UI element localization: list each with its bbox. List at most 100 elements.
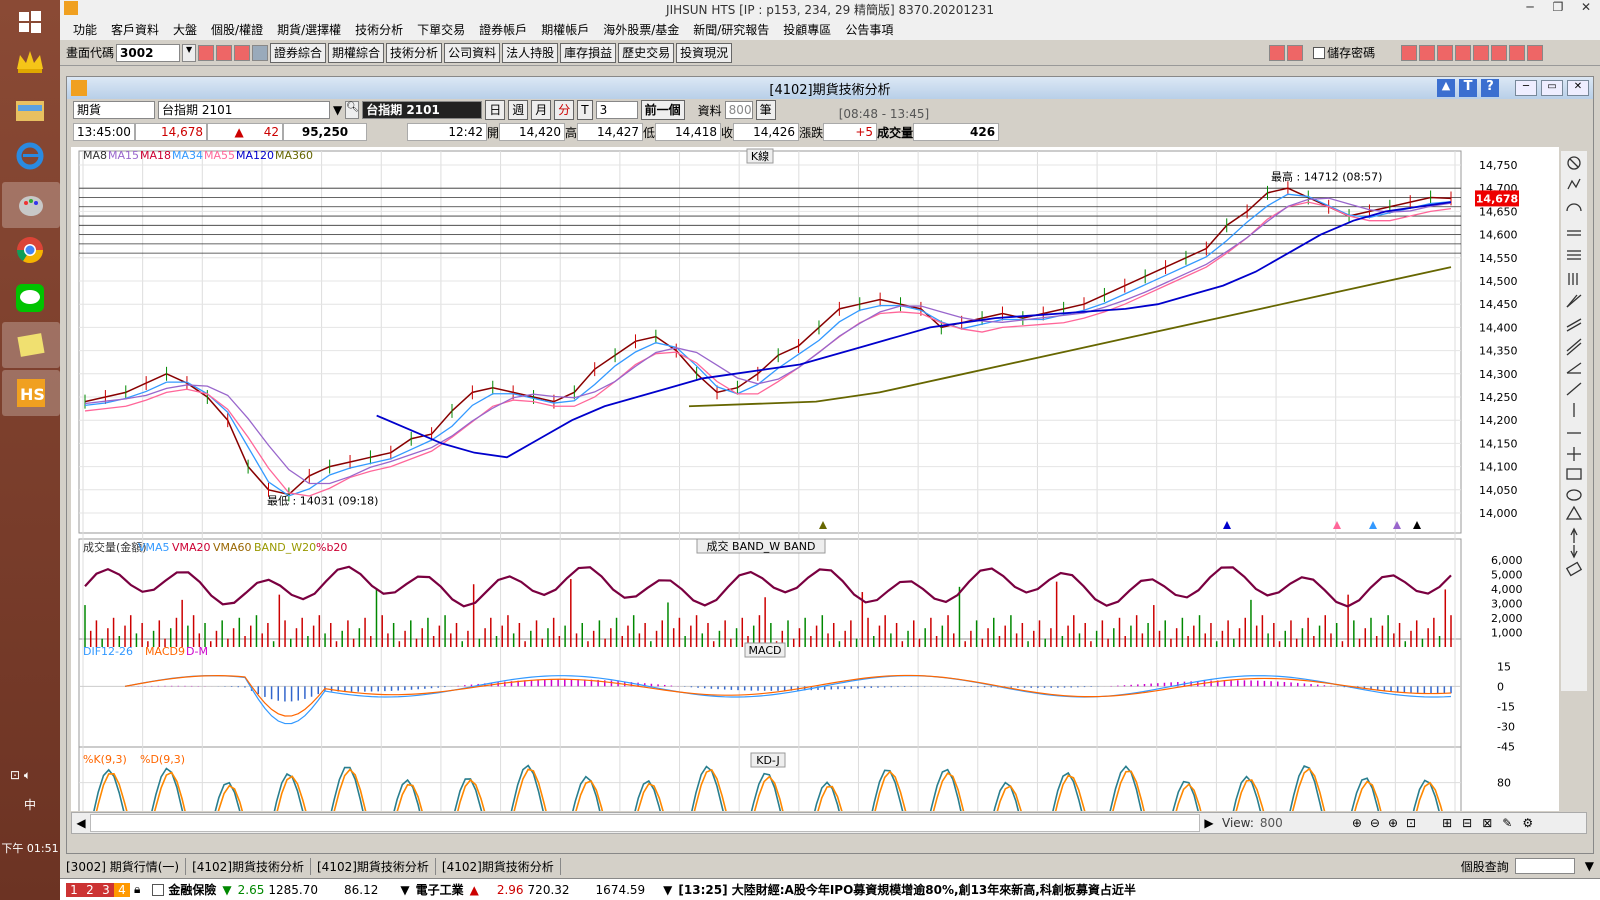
window-close-icon[interactable]: ✕	[1567, 80, 1589, 96]
help-icon[interactable]: ?	[1481, 79, 1499, 97]
scroll-left-icon[interactable]: ◀	[72, 816, 90, 830]
menu-securities-account[interactable]: 證券帳戶	[472, 21, 534, 38]
print-icon[interactable]	[234, 44, 251, 61]
horizontal-scrollbar[interactable]	[90, 814, 1200, 832]
investment-status-button[interactable]: 投資現況	[676, 42, 733, 63]
line-icon[interactable]	[10, 278, 50, 318]
menu-market[interactable]: 大盤	[166, 21, 204, 38]
alert2-icon[interactable]	[1287, 44, 1304, 61]
company-info-button[interactable]: 公司資料	[444, 42, 501, 63]
tool2-icon[interactable]	[1419, 44, 1436, 61]
quote-vol: 426	[913, 123, 1000, 141]
draw-tool-icons[interactable]	[1565, 156, 1583, 577]
news-ticker[interactable]: [13:25] 大陸財經:A股今年IPO募資規模增逾80%,創13年來新高,科創…	[678, 881, 1135, 898]
lock-icon[interactable]: 🔒︎	[134, 882, 140, 897]
internet-explorer-icon[interactable]	[10, 136, 50, 176]
minutes-select[interactable]: 3	[595, 101, 638, 119]
chart-area[interactable]: 08:4811:0012/2310:0012:0012/2410:0012:00…	[67, 147, 1559, 886]
window-icon[interactable]	[216, 44, 233, 61]
sector-1-dropdown-icon[interactable]: ▼	[400, 883, 409, 897]
ticker-checkbox[interactable]	[152, 883, 165, 896]
zoom-icon[interactable]: 🔍︎	[345, 101, 360, 119]
tab-4102-a[interactable]: [4102]期貨技術分析	[186, 857, 311, 875]
windows-start-icon[interactable]	[10, 2, 50, 42]
sector-1-value: 1285.70	[268, 882, 318, 897]
tool6-icon[interactable]	[1491, 44, 1508, 61]
ticker-page-2[interactable]: 2	[82, 882, 98, 897]
symbol-input[interactable]: 台指期 2101	[158, 101, 330, 119]
securities-overview-button[interactable]: 證券綜合	[270, 42, 327, 63]
ticker-page-4[interactable]: 4	[114, 882, 130, 897]
menu-stock[interactable]: 個股/權證	[204, 21, 270, 38]
ticker-page-3[interactable]: 3	[98, 882, 114, 897]
sector-2-dropdown-icon[interactable]: ▼	[663, 883, 672, 897]
tool7-icon[interactable]	[1509, 44, 1526, 61]
jihsun-icon[interactable]: HS	[2, 370, 60, 416]
stock-query-input[interactable]	[1514, 858, 1575, 874]
screen-code-input[interactable]: 3002	[116, 43, 181, 62]
period-month[interactable]: 月	[531, 100, 552, 120]
close-icon[interactable]: ✕	[1572, 0, 1600, 18]
menu-overseas[interactable]: 海外股票/基金	[596, 21, 686, 38]
ticker-page-1[interactable]: 1	[66, 882, 82, 897]
tool4-icon[interactable]	[1455, 44, 1472, 61]
quote-low: 14,418	[655, 123, 722, 141]
period-minute[interactable]: 分	[554, 100, 575, 120]
tool1-icon[interactable]	[1401, 44, 1418, 61]
menu-order[interactable]: 下單交易	[410, 21, 472, 38]
chrome-icon[interactable]	[10, 230, 50, 270]
technical-analysis-button[interactable]: 技術分析	[386, 42, 443, 63]
menu-function[interactable]: 功能	[66, 21, 104, 38]
code-dropdown-icon[interactable]: ▼	[182, 43, 197, 62]
chart-svg[interactable]: 08:4811:0012/2310:0012:0012/2410:0012:00…	[67, 147, 1559, 886]
search-icon[interactable]	[198, 44, 215, 61]
window-minimize-icon[interactable]: ─	[1515, 80, 1537, 96]
history-trade-button[interactable]: 歷史交易	[618, 42, 675, 63]
inventory-pl-button[interactable]: 庫存損益	[560, 42, 617, 63]
chart-nav-icons[interactable]: ⊕⊖⊕⊡	[1352, 816, 1424, 830]
up-arrow-icon[interactable]: ▲	[1437, 79, 1455, 97]
save-password-checkbox[interactable]	[1313, 46, 1326, 59]
institutional-button[interactable]: 法人持股	[502, 42, 559, 63]
tool3-icon[interactable]	[1437, 44, 1454, 61]
clock[interactable]: 下午 01:51	[0, 840, 60, 856]
scroll-right-icon[interactable]: ▶	[1200, 816, 1218, 830]
sticky-notes-icon[interactable]	[2, 322, 60, 368]
tray-icons[interactable]: ⊡ 🔈︎	[10, 768, 31, 783]
paint-icon[interactable]	[2, 182, 60, 228]
tab-4102-c[interactable]: [4102]期貨技術分析	[436, 857, 561, 875]
chg-label: 漲跌	[799, 125, 824, 140]
tool8-icon[interactable]	[1527, 44, 1544, 61]
menu-futures-account[interactable]: 期權帳戶	[534, 21, 596, 38]
period-day[interactable]: 日	[485, 100, 506, 120]
window-maximize-icon[interactable]: ▭	[1541, 80, 1563, 96]
menu-customer[interactable]: 客戶資料	[104, 21, 166, 38]
y-tick-label: 14,150	[1479, 437, 1518, 450]
stock-query-dropdown-icon[interactable]: ▼	[1579, 859, 1600, 873]
ime-indicator[interactable]: 中	[0, 796, 60, 813]
menu-futures[interactable]: 期貨/選擇權	[270, 21, 348, 38]
tab-4102-b[interactable]: [4102]期貨技術分析	[311, 857, 436, 875]
data-count-input[interactable]: 800	[724, 101, 753, 119]
crown-icon[interactable]	[10, 42, 50, 82]
text-icon[interactable]: T	[1459, 79, 1477, 97]
menu-technical[interactable]: 技術分析	[348, 21, 410, 38]
legend-ma34: MA34	[172, 149, 203, 162]
dropdown-icon[interactable]	[252, 44, 269, 61]
file-manager-icon[interactable]	[10, 90, 50, 130]
menu-announcement[interactable]: 公告事項	[838, 21, 900, 38]
prev-symbol-button[interactable]: 前一個	[640, 100, 685, 120]
alert-icon[interactable]	[1269, 44, 1286, 61]
tab-3002[interactable]: [3002] 期貨行情(一)	[60, 857, 187, 875]
menu-news[interactable]: 新聞/研究報告	[686, 21, 776, 38]
tool5-icon[interactable]	[1473, 44, 1490, 61]
period-tick[interactable]: T	[577, 100, 593, 120]
symbol-dropdown-icon[interactable]: ▼	[333, 103, 342, 117]
futures-overview-button[interactable]: 期權綜合	[328, 42, 385, 63]
period-week[interactable]: 週	[508, 100, 529, 120]
minimize-icon[interactable]: ─	[1516, 0, 1544, 18]
menu-advisory[interactable]: 投顧專區	[776, 21, 838, 38]
chart-tool-icons[interactable]: ⊞⊟⊠✎⚙︎	[1442, 816, 1543, 830]
type-select[interactable]: 期貨	[73, 101, 155, 119]
restore-icon[interactable]: ❐	[1544, 0, 1572, 18]
